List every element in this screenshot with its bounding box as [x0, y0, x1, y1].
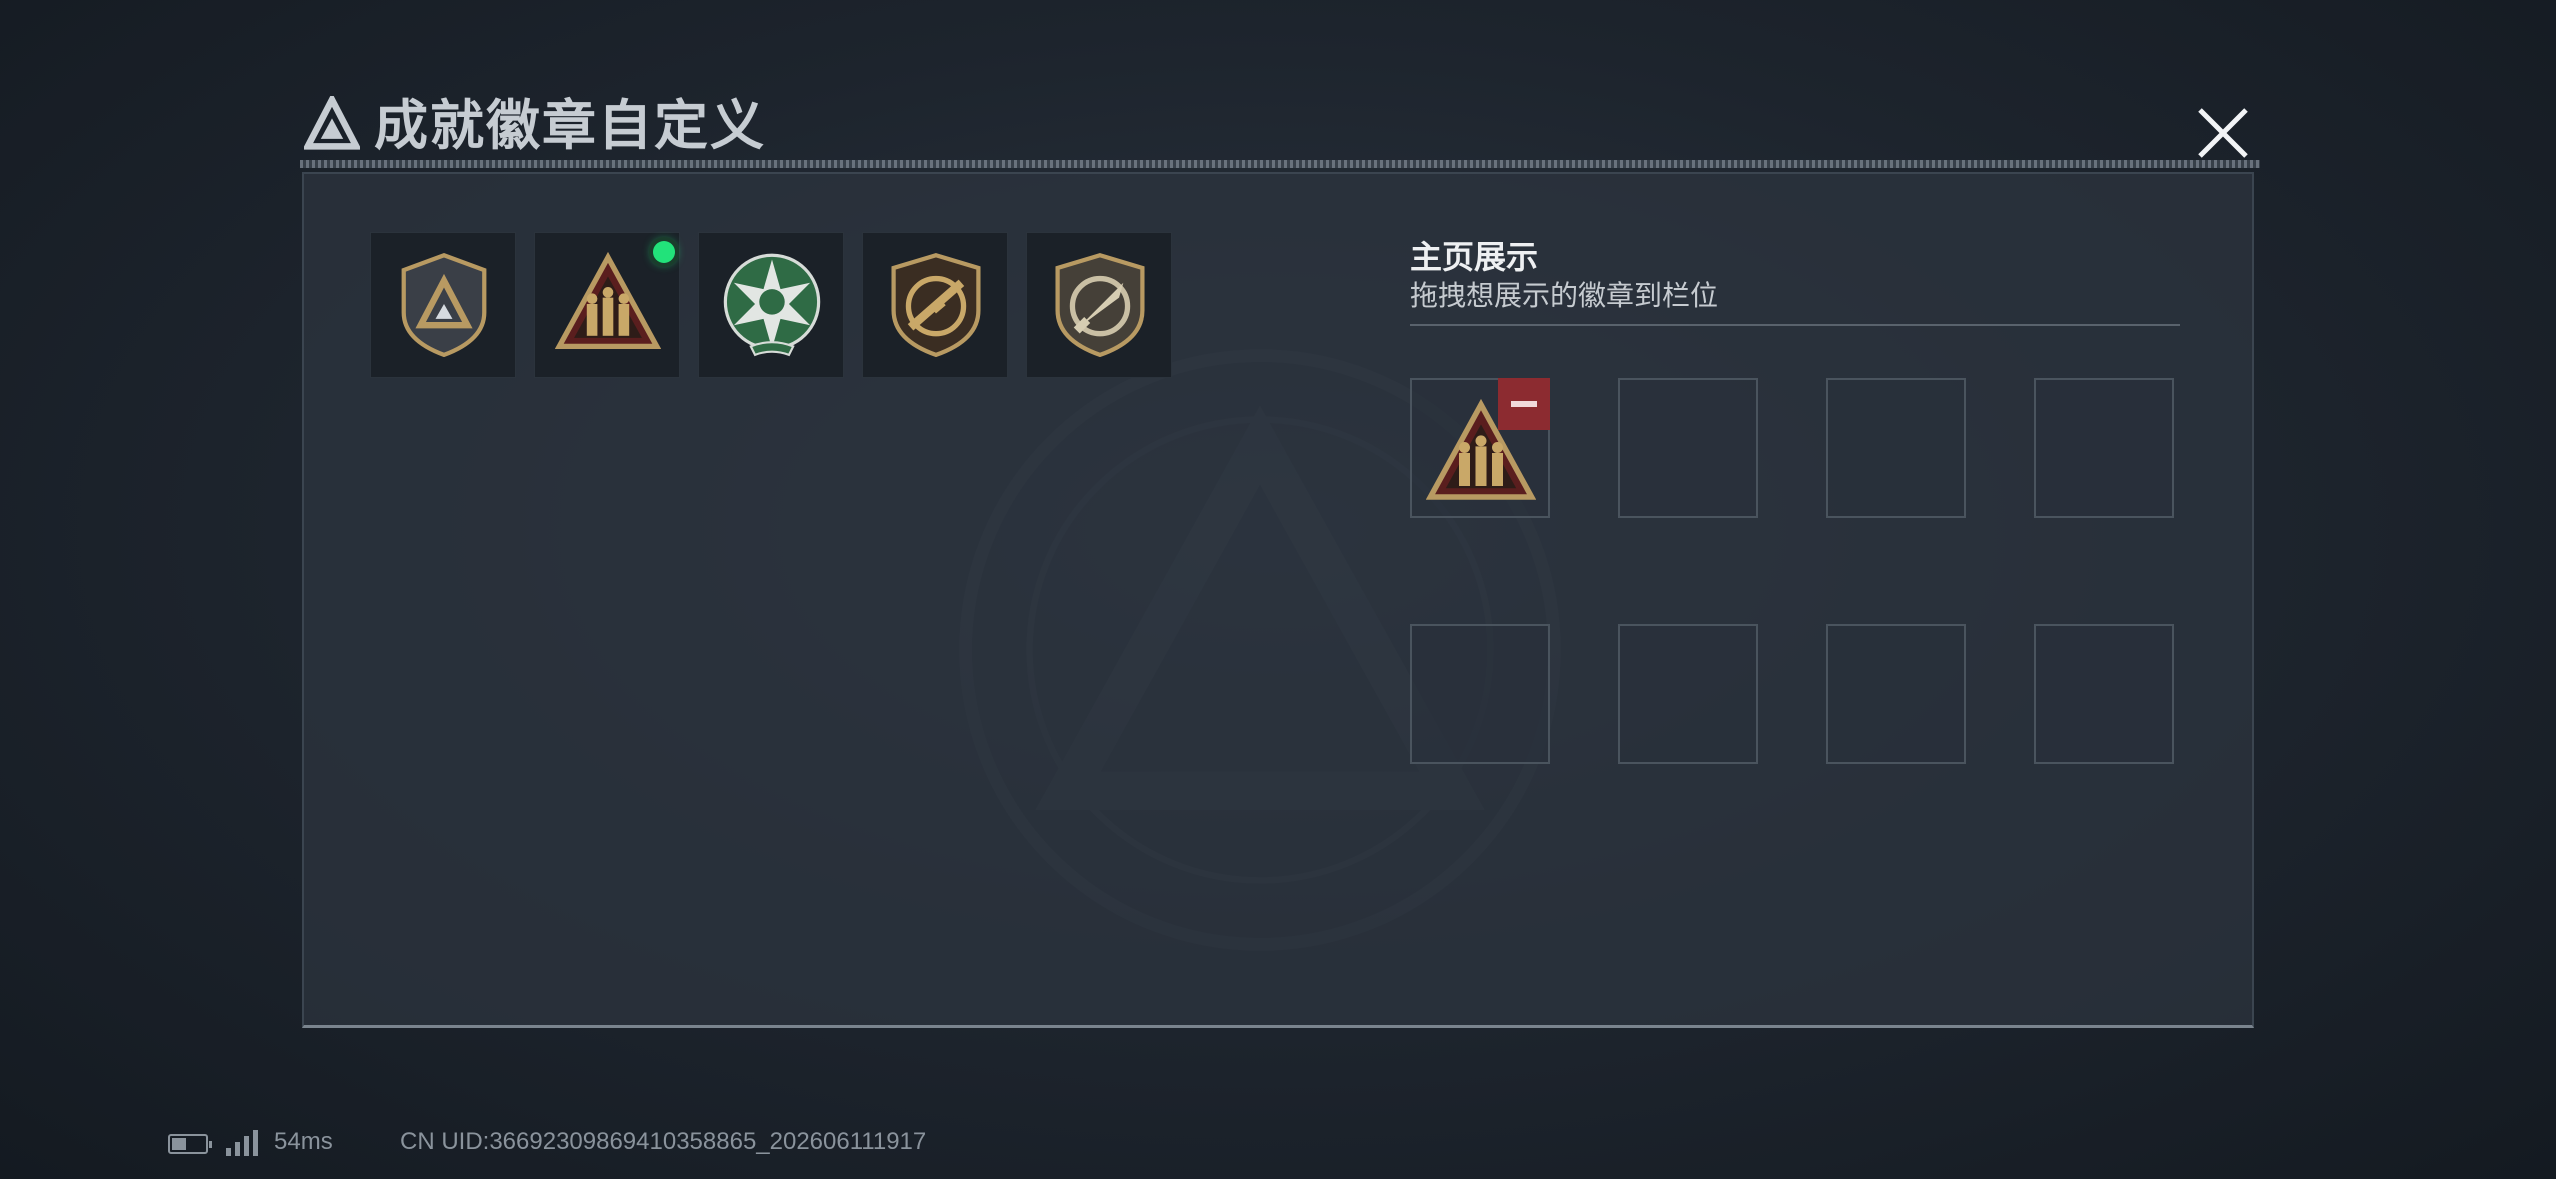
badge-panel: 主页展示 拖拽想展示的徽章到栏位 [302, 172, 2254, 1028]
showcase-divider [1410, 324, 2180, 326]
battery-icon [168, 1134, 212, 1154]
green-star-skull-badge-icon [723, 253, 821, 357]
signal-icon [226, 1130, 260, 1156]
showcase-slot-2[interactable] [1618, 378, 1758, 518]
squad-triangle-badge-icon [555, 251, 661, 350]
remove-badge-button[interactable] [1498, 378, 1550, 430]
close-icon[interactable] [2190, 100, 2256, 166]
badge-item-shield-triangle[interactable] [370, 232, 516, 378]
showcase-slot-6[interactable] [1618, 624, 1758, 764]
minus-icon [1511, 401, 1537, 407]
showcase-subtitle: 拖拽想展示的徽章到栏位 [1410, 280, 1719, 311]
showcase-slot-3[interactable] [1826, 378, 1966, 518]
knife-shield-badge-icon [1055, 253, 1145, 357]
showcase-slot-4[interactable] [2034, 378, 2174, 518]
ping-text: 54ms [274, 1128, 333, 1155]
triangle-logo-icon [304, 96, 360, 150]
uid-text: CN UID:3669230986941035886​5_20260611191… [400, 1128, 927, 1155]
showcase-slot-1[interactable] [1410, 378, 1550, 518]
sniper-shield-badge-icon [891, 253, 981, 357]
badge-item-knife-shield[interactable] [1026, 232, 1172, 378]
window-title: 成就徽章自定义 [374, 96, 766, 156]
badge-item-sniper-shield[interactable] [862, 232, 1008, 378]
showcase-slot-7[interactable] [1826, 624, 1966, 764]
title-divider [300, 160, 2260, 168]
shield-triangle-badge-icon [401, 252, 487, 357]
new-indicator-dot [653, 241, 675, 263]
window-title-bar: 成就徽章自定义 [300, 88, 2260, 176]
badge-item-green-star[interactable] [698, 232, 844, 378]
badge-item-squad-triangle[interactable] [534, 232, 680, 378]
showcase-title: 主页展示 [1410, 239, 1539, 275]
showcase-slot-5[interactable] [1410, 624, 1550, 764]
showcase-slot-8[interactable] [2034, 624, 2174, 764]
